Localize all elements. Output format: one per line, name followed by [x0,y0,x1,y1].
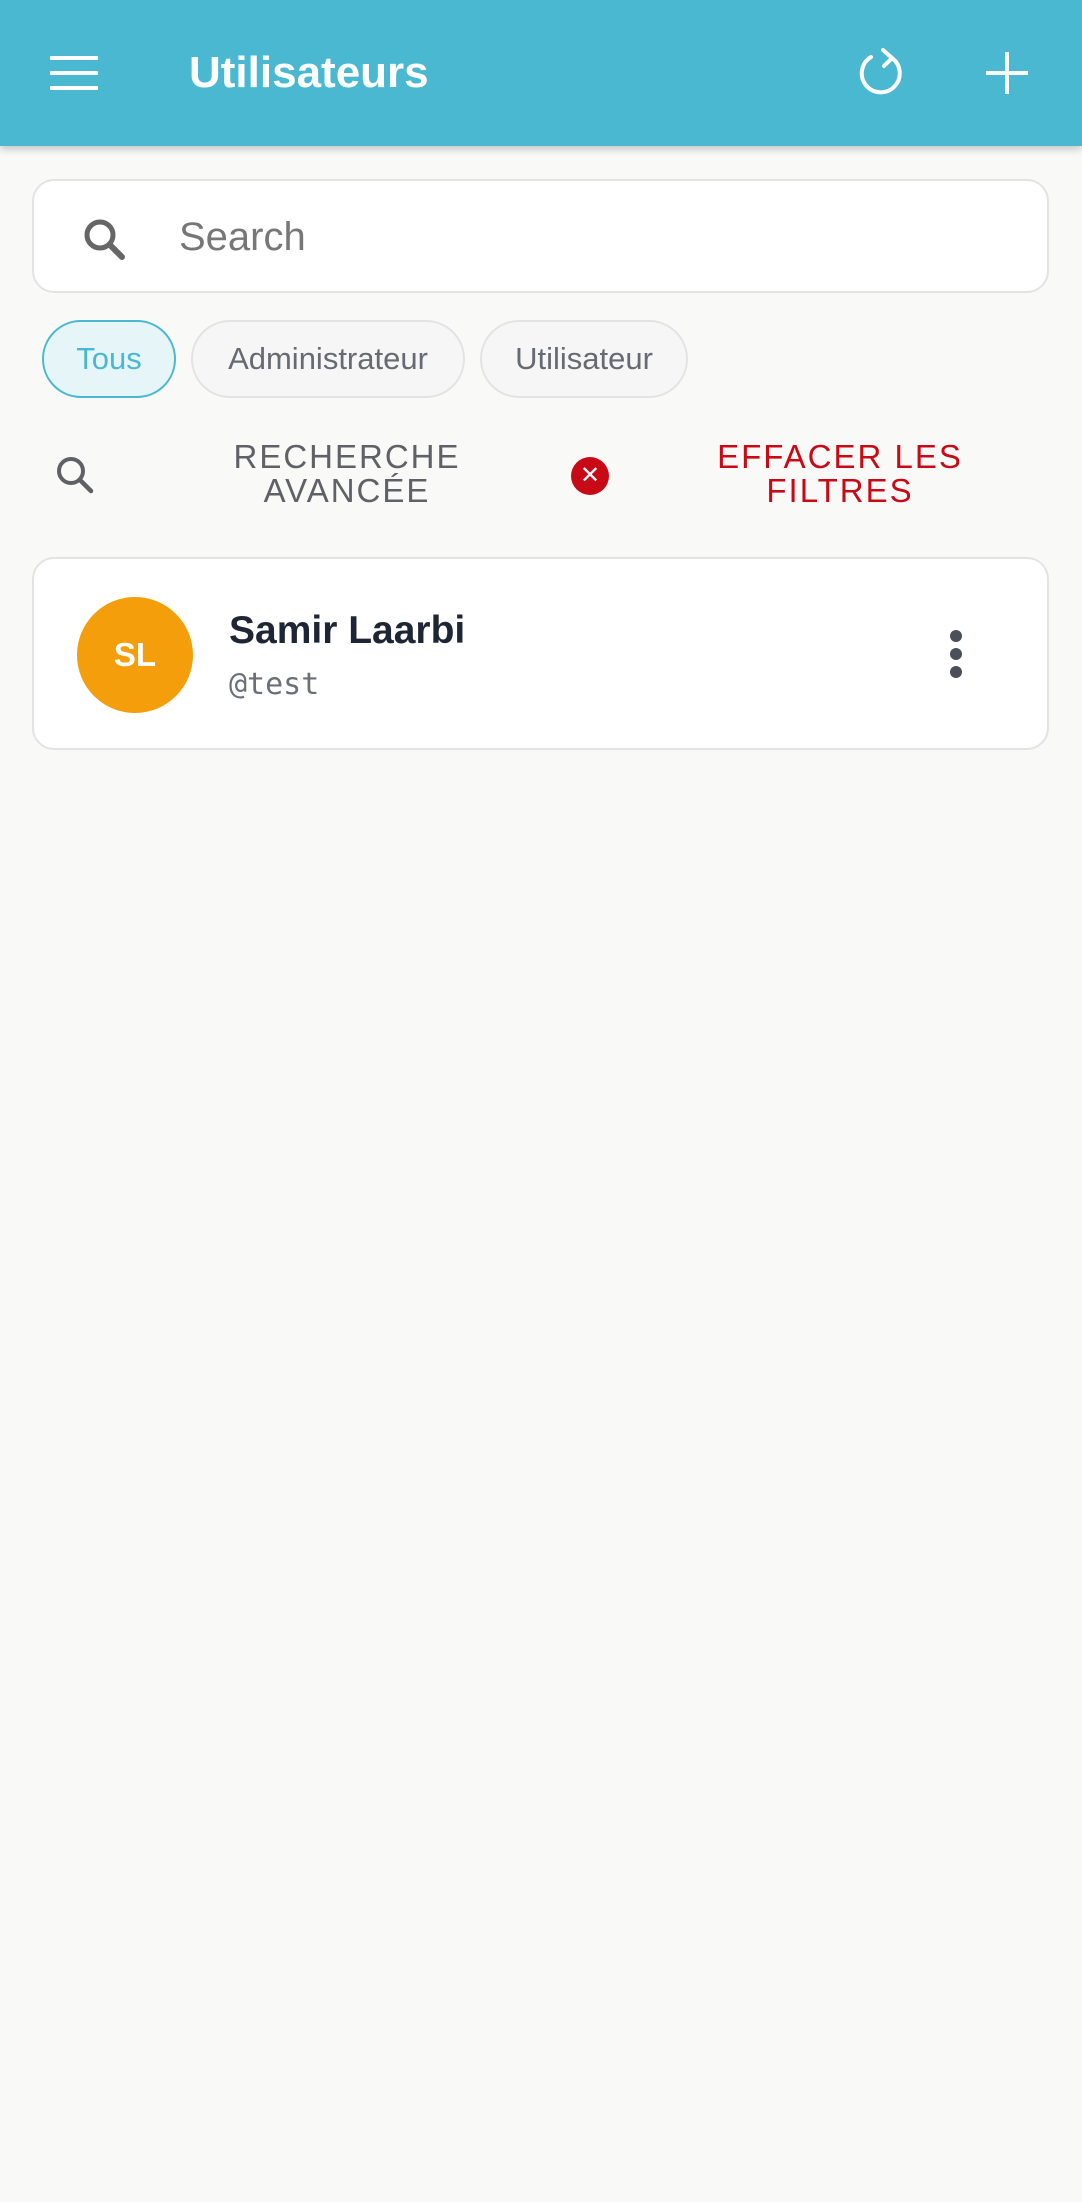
clear-filters-button[interactable]: ✕ EFFACER LES FILTRES [560,430,1060,520]
refresh-button[interactable] [841,33,921,113]
add-user-button[interactable] [967,33,1047,113]
page-title: Utilisateurs [189,48,429,97]
plus-icon [986,52,1028,94]
close-circle-icon: ✕ [571,457,609,495]
filter-chip-utilisateur[interactable]: Utilisateur [480,320,688,398]
search-bar [32,179,1049,293]
hamburger-menu-icon [50,56,98,90]
refresh-icon [859,48,902,95]
app-bar: Utilisateurs [0,0,1082,146]
clear-filters-label: EFFACER LES FILTRES [717,438,963,509]
search-icon [57,457,94,494]
avatar: SL [77,597,193,713]
more-options-button[interactable] [916,609,996,699]
filter-chip-tous[interactable]: Tous [42,320,176,398]
advanced-search-label: RECHERCHE AVANCÉE [233,438,461,509]
filter-chip-administrateur[interactable]: Administrateur [191,320,465,398]
more-vertical-icon [950,630,962,642]
menu-button[interactable] [34,33,114,113]
search-icon [84,219,125,260]
advanced-search-button[interactable]: RECHERCHE AVANCÉE [42,430,512,520]
user-username: @test [229,667,320,702]
user-name: Samir Laarbi [229,609,466,652]
search-input[interactable] [179,207,1009,267]
user-list-item[interactable]: SL Samir Laarbi @test [32,557,1049,750]
